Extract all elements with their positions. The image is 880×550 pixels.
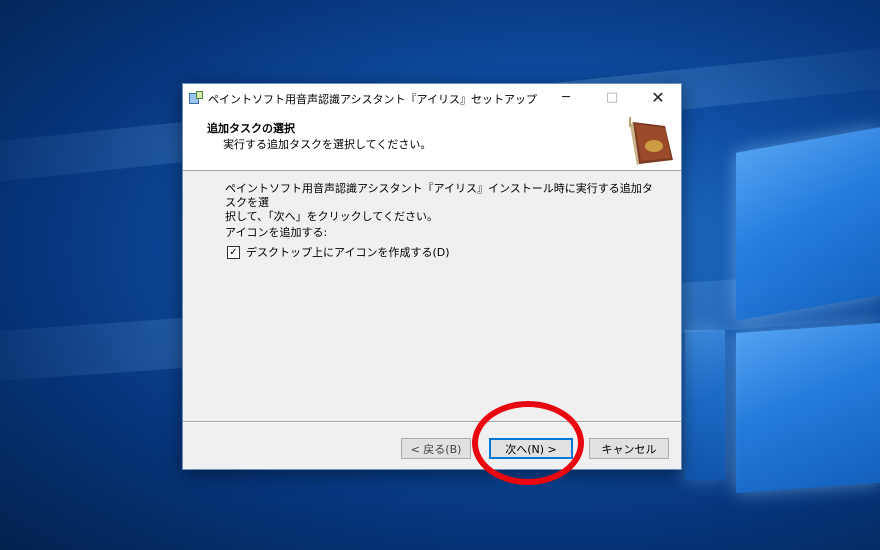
cancel-button[interactable]: キャンセル xyxy=(589,438,669,459)
windows-logo-pane xyxy=(736,127,880,321)
wizard-content: ペイントソフト用音声認識アシスタント『アイリス』インストール時に実行する追加タス… xyxy=(183,171,681,421)
instruction-text: ペイントソフト用音声認識アシスタント『アイリス』インストール時に実行する追加タス… xyxy=(225,182,655,224)
desktop-icon-option[interactable]: ✓ デスクトップ上にアイコンを作成する(D) xyxy=(227,244,450,260)
window-title: ペイントソフト用音声認識アシスタント『アイリス』セットアップ xyxy=(208,93,538,106)
instruction-line: 択して、「次へ」をクリックしてください。 xyxy=(225,210,438,223)
close-button[interactable]: ✕ xyxy=(635,84,681,112)
red-circle-annotation xyxy=(472,401,584,485)
page-title: 追加タスクの選択 xyxy=(207,122,295,135)
setup-dialog: ペイントソフト用音声認識アシスタント『アイリス』セットアップ ─ □ ✕ 追加タ… xyxy=(182,83,682,470)
minimize-button[interactable]: ─ xyxy=(543,84,589,112)
page-subtitle: 実行する追加タスクを選択してください。 xyxy=(223,138,432,151)
desktop-icon-checkbox-label[interactable]: デスクトップ上にアイコンを作成する(D) xyxy=(246,244,450,260)
desktop-icon-checkbox[interactable]: ✓ xyxy=(227,245,240,259)
title-bar[interactable]: ペイントソフト用音声認識アシスタント『アイリス』セットアップ ─ □ ✕ xyxy=(183,84,681,112)
book-icon xyxy=(621,116,679,168)
back-button[interactable]: < 戻る(B) xyxy=(401,438,471,459)
maximize-button[interactable]: □ xyxy=(589,84,635,112)
wizard-header: 追加タスクの選択 実行する追加タスクを選択してください。 xyxy=(183,112,681,171)
windows-logo-pane xyxy=(685,330,725,480)
setup-app-icon xyxy=(188,90,204,106)
icon-section-label: アイコンを追加する: xyxy=(225,226,328,239)
instruction-line: ペイントソフト用音声認識アシスタント『アイリス』インストール時に実行する追加タス… xyxy=(225,182,653,209)
windows-logo-pane xyxy=(736,322,880,494)
footer-divider xyxy=(183,421,681,423)
